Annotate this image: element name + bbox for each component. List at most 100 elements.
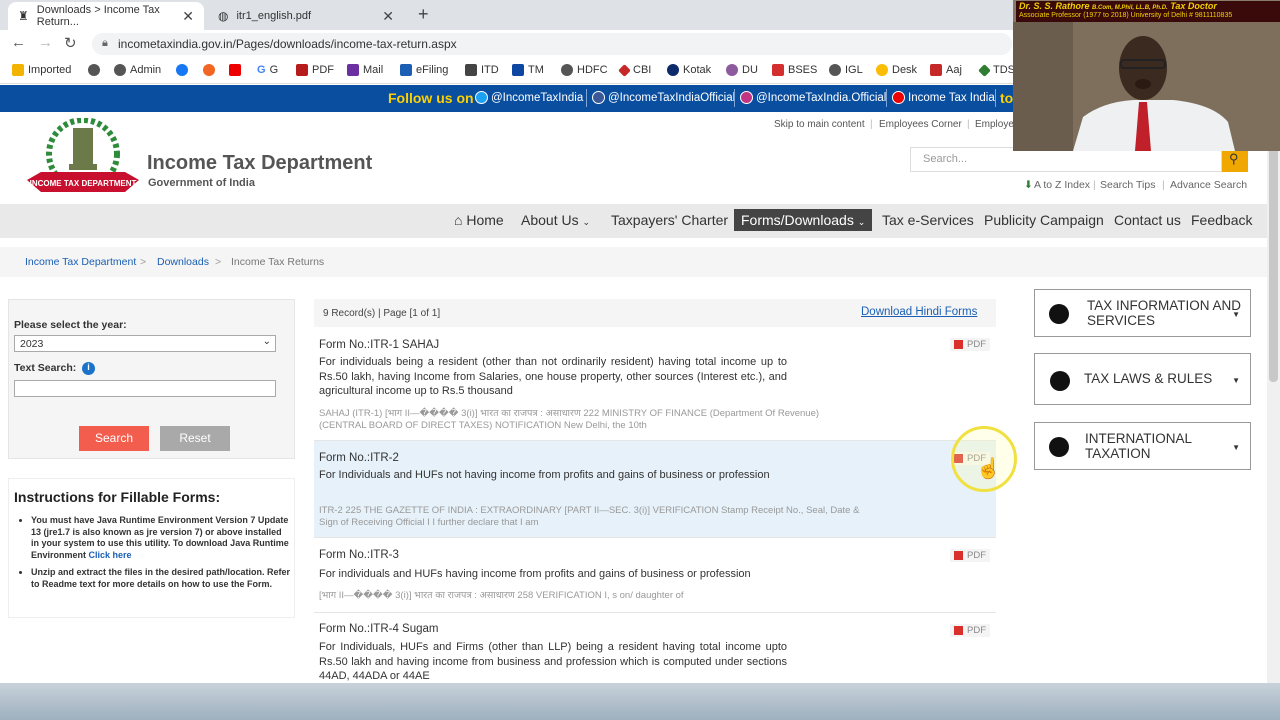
presenter-name-text: Dr. S. S. Rathore: [1019, 1, 1090, 11]
bookmark-pdf[interactable]: PDF: [296, 64, 334, 76]
form-snippet: ITR-2 225 THE GAZETTE OF INDIA : EXTRAOR…: [319, 505, 860, 528]
page-subtitle: Government of India: [148, 177, 255, 189]
nav-about-us[interactable]: About Us ⌄: [521, 212, 590, 228]
close-tab-icon[interactable]: ✕: [182, 8, 194, 25]
nav-publicity-campaign[interactable]: Publicity Campaign: [984, 212, 1104, 228]
facebook-icon: [176, 64, 188, 76]
reload-icon[interactable]: ↻: [64, 34, 77, 52]
facebook-link[interactable]: @IncomeTaxIndiaOfficial: [592, 91, 735, 104]
text-search-label: Text Search:: [14, 362, 77, 374]
text-search-input[interactable]: [14, 380, 276, 397]
nav-feedback[interactable]: Feedback: [1191, 212, 1252, 228]
twitter-link[interactable]: @IncomeTaxIndia: [475, 91, 583, 104]
url-field[interactable]: 🔒︎ incometaxindia.gov.in/Pages/downloads…: [92, 33, 1012, 55]
tax-information-and-services-accordion[interactable]: TAX INFORMATION AND SERVICES ▼: [1034, 289, 1251, 337]
bookmark-efiling[interactable]: eFiling: [400, 64, 448, 76]
download-hindi-forms-link[interactable]: Download Hindi Forms: [861, 306, 977, 318]
bookmark-mail[interactable]: Mail: [347, 64, 383, 76]
form-description: For individuals and HUFs having income f…: [319, 568, 751, 580]
search-button[interactable]: Search: [79, 426, 149, 451]
a-to-z-link[interactable]: A to Z Index: [1034, 179, 1090, 191]
advance-search-link[interactable]: Advance Search: [1170, 179, 1247, 191]
form-description: For Individuals, HUFs and Firms (other t…: [319, 641, 787, 682]
tab-downloads[interactable]: ♜ Downloads > Income Tax Return... ✕: [8, 2, 204, 30]
bookmark-label: CBI: [633, 64, 652, 76]
form-number[interactable]: Form No.:ITR-2: [319, 452, 399, 464]
nav-taxpayers-charter[interactable]: Taxpayers' Charter: [611, 212, 728, 228]
instagram-link[interactable]: @IncomeTaxIndia.Official: [740, 91, 886, 104]
bookmark-kotak[interactable]: Kotak: [667, 64, 711, 76]
nav-tax-e-services[interactable]: Tax e-Services: [882, 212, 974, 228]
bookmark-tm[interactable]: TM: [512, 64, 544, 76]
globe-icon: ◍: [218, 9, 229, 23]
bookmark-imported[interactable]: Imported: [12, 64, 71, 76]
bookmark-label: PDF: [312, 64, 334, 76]
bookmark-admin[interactable]: Admin: [114, 64, 161, 76]
bookmark-du[interactable]: DU: [726, 64, 758, 76]
close-tab-icon[interactable]: ✕: [382, 8, 394, 25]
pdf-download-link[interactable]: PDF: [950, 624, 990, 637]
breadcrumb-downloads[interactable]: Downloads: [157, 256, 209, 268]
scrollbar-thumb[interactable]: [1269, 122, 1278, 382]
form-number[interactable]: Form No.:ITR-4 Sugam: [319, 623, 439, 635]
nav-forms-downloads[interactable]: Forms/Downloads ⌄: [734, 209, 873, 231]
presenter-quals: B.Com, M.Phil, LL.B, Ph.D.: [1092, 5, 1168, 11]
presenter-line2: Associate Professor (1977 to 2018) Unive…: [1019, 12, 1233, 19]
year-select[interactable]: 2023 ⌄: [14, 335, 276, 352]
back-icon[interactable]: ←: [11, 34, 26, 51]
form-number[interactable]: Form No.:ITR-3: [319, 549, 399, 561]
tab-pdf[interactable]: ◍ itr1_english.pdf ✕: [208, 2, 404, 30]
bookmark-google[interactable]: GG: [257, 64, 278, 76]
webcam-overlay: Dr. S. S. Rathore B.Com, M.Phil, LL.B, P…: [1013, 0, 1280, 151]
bookmark-bses[interactable]: BSES: [772, 64, 817, 76]
bookmark-orange[interactable]: [203, 64, 215, 76]
skip-to-main-link[interactable]: Skip to main content: [774, 119, 865, 130]
chevron-down-icon: ⌄: [262, 336, 271, 347]
java-download-link[interactable]: Click here: [89, 550, 132, 560]
bookmark-label: HDFC: [577, 64, 608, 76]
bookmark-itd[interactable]: ITD: [465, 64, 499, 76]
tm-icon: [512, 64, 524, 76]
lock-icon: 🔒︎: [102, 37, 108, 49]
nav-contact-us[interactable]: Contact us: [1114, 212, 1181, 228]
form-number[interactable]: Form No.:ITR-1 SAHAJ: [319, 339, 439, 351]
list-item: Form No.:ITR-3 For individuals and HUFs …: [314, 538, 996, 612]
accordion-label: INTERNATIONAL TAXATION: [1085, 431, 1192, 461]
main-nav: ⌂ Home About Us ⌄ Taxpayers' Charter For…: [0, 204, 1280, 238]
globe-icon: [88, 64, 100, 76]
bookmark-youtube[interactable]: [229, 64, 241, 76]
employees-corner-link[interactable]: Employees Corner: [879, 119, 962, 130]
emblem-text: INCOME TAX DEPARTMENT: [30, 179, 137, 188]
bookmark-igl[interactable]: IGL: [829, 64, 863, 76]
bookmark-facebook[interactable]: [176, 64, 188, 76]
reset-button[interactable]: Reset: [160, 426, 230, 451]
forward-icon[interactable]: →: [38, 34, 53, 51]
bookmark-hdfc[interactable]: HDFC: [561, 64, 608, 76]
new-tab-button[interactable]: +: [418, 4, 429, 25]
international-taxation-accordion[interactable]: INTERNATIONAL TAXATION ▼: [1034, 422, 1251, 470]
follow-label: Follow us on: [388, 90, 474, 106]
bookmark-desk[interactable]: Desk: [876, 64, 917, 76]
bookmark-tds[interactable]: TDS: [978, 63, 1015, 77]
pdf-download-link[interactable]: PDF: [950, 338, 990, 351]
tax-info-icon: [1049, 304, 1069, 324]
search-tips-link[interactable]: Search Tips: [1100, 179, 1155, 191]
tax-laws-and-rules-accordion[interactable]: TAX LAWS & RULES ▼: [1034, 353, 1251, 405]
pdf-download-link[interactable]: PDF: [950, 549, 990, 562]
info-icon[interactable]: i: [82, 362, 95, 375]
bookmark-globe[interactable]: [88, 64, 100, 76]
nav-home[interactable]: ⌂ Home: [454, 212, 504, 228]
instagram-icon: [740, 91, 753, 104]
breadcrumb-home[interactable]: Income Tax Department: [25, 256, 136, 268]
youtube-link[interactable]: Income Tax India: [892, 91, 995, 104]
bookmark-aaj[interactable]: Aaj: [930, 64, 962, 76]
separator: [886, 89, 887, 107]
year-label: Please select the year:: [14, 319, 127, 331]
breadcrumb: Income Tax Department > Downloads > Inco…: [0, 247, 1280, 277]
employee-link[interactable]: Employe: [975, 119, 1014, 130]
bookmark-cbi[interactable]: CBI: [618, 63, 652, 77]
page-scrollbar[interactable]: [1267, 112, 1280, 683]
down-arrow-icon: ⬇: [1024, 179, 1033, 191]
tds-icon: [978, 63, 991, 77]
emblem-logo[interactable]: INCOME TAX DEPARTMENT: [25, 117, 145, 202]
